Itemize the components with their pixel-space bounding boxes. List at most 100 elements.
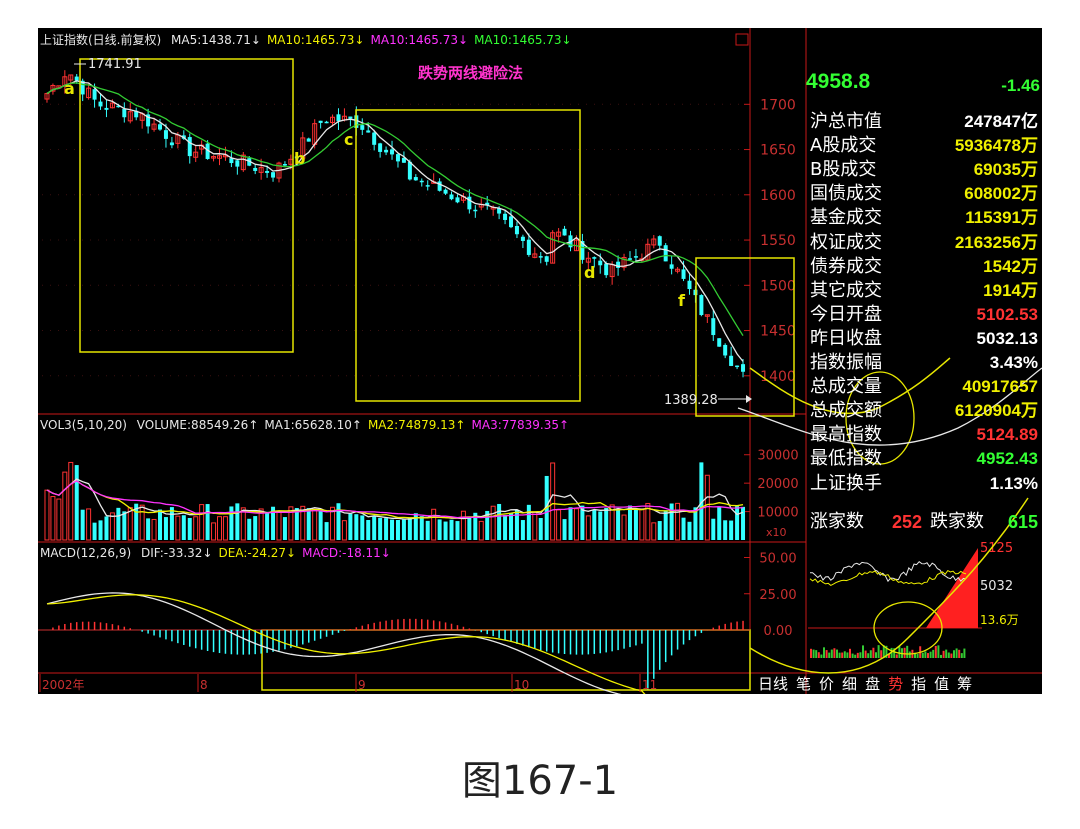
tab-0[interactable]: 日线 [754, 673, 792, 694]
volume-bar [109, 512, 115, 541]
volume-bar [437, 519, 442, 540]
candle-body [395, 154, 400, 162]
candle-body [348, 116, 353, 119]
candle-body [366, 130, 371, 133]
candle-body [282, 164, 287, 166]
candle-body [407, 161, 412, 180]
tab-6[interactable]: 指 [907, 673, 930, 694]
volume-bar [169, 507, 174, 540]
price-tick-label: 1500 [760, 278, 796, 294]
candle-body [169, 142, 174, 146]
candle-body [449, 194, 454, 200]
price-header: 上证指数(日线.前复权) MA5:1438.71↓ MA10:1465.73↓ MA… [40, 31, 584, 48]
candle-body [265, 171, 270, 173]
stat-label: A股成交 [810, 135, 877, 157]
candle-body [384, 149, 389, 153]
volume-bar [205, 504, 210, 540]
candle-body [187, 137, 192, 157]
date-label: 10 [514, 678, 529, 692]
volume-ma-2: MA2:74879.13↑ [367, 418, 466, 432]
stat-label: 今日开盘 [810, 303, 882, 325]
volume-bar [211, 522, 217, 541]
stat-row: 最低指数 4952.43 [808, 447, 1040, 471]
stat-row: 债券成交 1542万 [808, 255, 1040, 279]
stat-value: 2163256万 [954, 232, 1038, 252]
macd-tick-label: 25.00 [759, 588, 796, 603]
price-title: 上证指数(日线.前复权) [40, 33, 162, 47]
stat-row: 昨日收盘 5032.13 [808, 327, 1040, 351]
volume-bar [253, 516, 258, 540]
candle-body [520, 236, 525, 241]
date-label: 9 [358, 678, 366, 692]
volume-bar [509, 512, 514, 540]
tab-3[interactable]: 细 [838, 673, 861, 694]
candle-body [503, 213, 508, 220]
stat-value: 608002万 [964, 184, 1038, 204]
stat-label: 总成交额 [810, 400, 882, 422]
point-label-c: c [344, 130, 353, 149]
tab-2[interactable]: 价 [815, 673, 838, 694]
volume-ma-0: VOLUME:88549.26↑ [136, 418, 259, 432]
macd-title: MACD(12,26,9) [40, 546, 132, 560]
volume-bar [116, 507, 121, 540]
volume-bar [229, 506, 234, 540]
volume-bar [384, 518, 389, 540]
volume-bar [324, 522, 329, 540]
candle-body [723, 344, 728, 356]
volume-bar [235, 503, 240, 540]
candle-body [318, 120, 323, 123]
stat-row: 最高指数 5124.89 [808, 423, 1040, 447]
volume-bar [497, 503, 502, 540]
tab-8[interactable]: 筹 [953, 673, 976, 694]
volume-bar [556, 509, 562, 541]
tab-1[interactable]: 笔 [792, 673, 815, 694]
ma10-line [46, 82, 744, 336]
volume-bar [585, 515, 591, 541]
candle-body [687, 280, 692, 290]
vol-tick-label: 20000 [757, 477, 798, 492]
point-label-d: d [584, 263, 595, 282]
volume-bar [354, 514, 359, 540]
volume-bar [598, 511, 603, 540]
down-count-label: 跌家数 [930, 511, 984, 532]
volume-bar [104, 516, 109, 540]
volume-header: VOL3(5,10,20) VOLUME:88549.26↑ MA1:65628.… [40, 418, 581, 432]
volume-bar [306, 508, 311, 540]
volume-bar [675, 502, 681, 541]
stat-row: 国债成交 608002万 [808, 182, 1040, 206]
tab-7[interactable]: 值 [930, 673, 953, 694]
volume-bar [669, 503, 674, 540]
volume-bar [163, 517, 168, 540]
candle-body [562, 228, 567, 236]
dif-line [46, 592, 622, 694]
point-label-f: f [678, 291, 686, 310]
volume-bar [341, 520, 347, 541]
candle-body [711, 318, 716, 336]
stat-value: 1914万 [983, 280, 1038, 300]
stat-value: 5936478万 [954, 136, 1038, 156]
stat-label: 债券成交 [810, 255, 882, 277]
volume-bar [175, 515, 181, 541]
candle-body [699, 295, 704, 316]
price-tick-label: 1400 [760, 369, 796, 385]
stat-row: 今日开盘 5102.53 [808, 303, 1040, 327]
candle-body [390, 149, 395, 155]
stat-label: 其它成交 [810, 279, 882, 301]
volume-bar [568, 507, 573, 540]
stat-row: 权证成交 2163256万 [808, 231, 1040, 255]
stat-row: 总成交额 6120904万 [808, 399, 1040, 423]
tab-4[interactable]: 盘 [861, 673, 884, 694]
tab-5[interactable]: 势 [884, 673, 907, 694]
date-label: 8 [200, 678, 208, 692]
candle-body [104, 107, 109, 110]
volume-bar [538, 518, 543, 540]
macd-tick-label: 50.00 [759, 552, 796, 567]
candle-body [324, 121, 329, 124]
volume-bar [395, 519, 400, 540]
stat-value: 5102.53 [976, 304, 1038, 324]
stat-row: 其它成交 1914万 [808, 279, 1040, 303]
volume-ma-3: MA3:77839.35↑ [471, 418, 570, 432]
volume-bar [158, 509, 163, 540]
stat-value: 4952.43 [976, 449, 1038, 469]
volume-bar [139, 504, 145, 541]
